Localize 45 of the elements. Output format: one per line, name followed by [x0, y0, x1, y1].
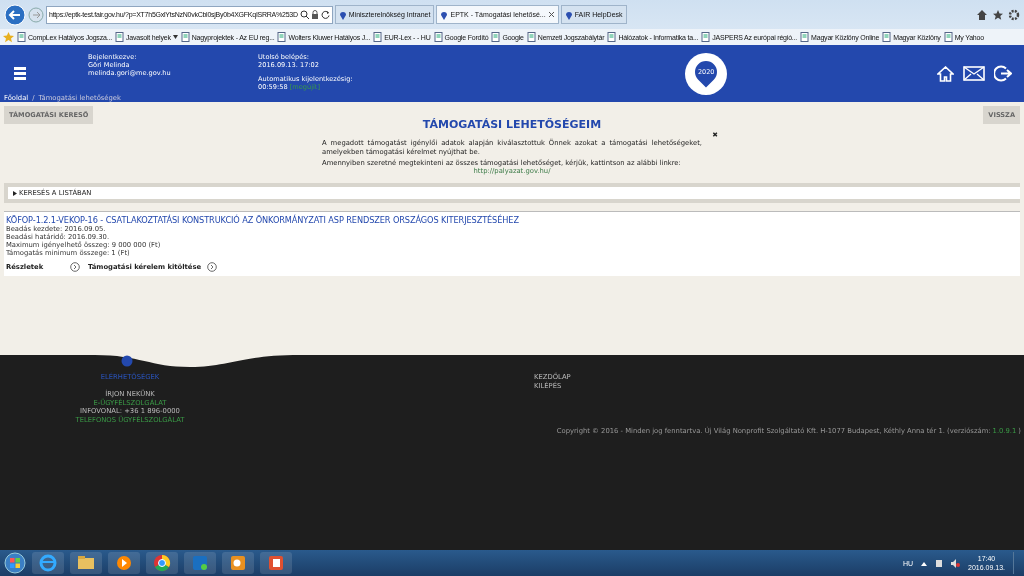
caret-icon	[13, 190, 17, 196]
page-icon	[17, 32, 26, 42]
browser-icon[interactable]	[39, 554, 57, 572]
page-icon	[526, 32, 536, 42]
page-icon	[701, 32, 711, 42]
star-icon[interactable]	[3, 31, 14, 43]
start-icon[interactable]	[4, 552, 26, 574]
mail-app-icon[interactable]	[229, 554, 247, 572]
pin-icon	[564, 9, 573, 20]
lock-icon	[310, 10, 319, 19]
slides-app-icon[interactable]	[267, 554, 285, 572]
network-icon[interactable]	[935, 558, 943, 568]
caret-icon	[172, 35, 178, 39]
folder-icon[interactable]	[77, 554, 95, 572]
chat-app-icon[interactable]	[191, 554, 209, 572]
circle-arrow-icon[interactable]	[70, 262, 80, 272]
call-title[interactable]: KÖFOP-1.2.1-VEKOP-16 - CSATLAKOZTATÁSI KONSTRUKCIÓ AZ ÖNKORMÁNYZATI ASP RENDSZER ORSZÁGOS KITERJESZTÉSÉHEZ	[6, 215, 1018, 225]
back-icon[interactable]	[4, 3, 26, 26]
page-icon	[882, 32, 892, 42]
close-icon[interactable]	[547, 11, 555, 18]
home-icon[interactable]	[937, 65, 954, 82]
pin-icon	[440, 9, 449, 20]
page-icon	[433, 32, 443, 42]
home-icon[interactable]	[976, 8, 988, 21]
pin-icon	[338, 9, 347, 20]
logout-icon[interactable]	[994, 65, 1012, 82]
refresh-icon[interactable]	[320, 10, 330, 19]
page-icon	[943, 32, 953, 42]
page-icon	[800, 32, 810, 42]
search-icon[interactable]	[299, 10, 309, 19]
favorites-icon[interactable]	[992, 8, 1004, 21]
page-icon	[180, 32, 190, 42]
page-title: TÁMOGATÁSI LEHETŐSÉGEIM	[422, 118, 602, 131]
chrome-icon[interactable]	[153, 554, 171, 572]
settings-icon[interactable]	[1008, 8, 1020, 21]
page-icon	[277, 32, 287, 42]
page-icon	[373, 32, 383, 42]
menu-icon[interactable]	[14, 66, 26, 81]
page-icon	[491, 32, 501, 42]
mail-icon[interactable]	[963, 66, 985, 81]
volume-icon[interactable]	[951, 558, 960, 568]
media-player-icon[interactable]	[115, 554, 133, 572]
page-icon	[607, 32, 617, 42]
tray-arrow-icon[interactable]	[921, 560, 927, 566]
page-icon	[114, 32, 124, 42]
